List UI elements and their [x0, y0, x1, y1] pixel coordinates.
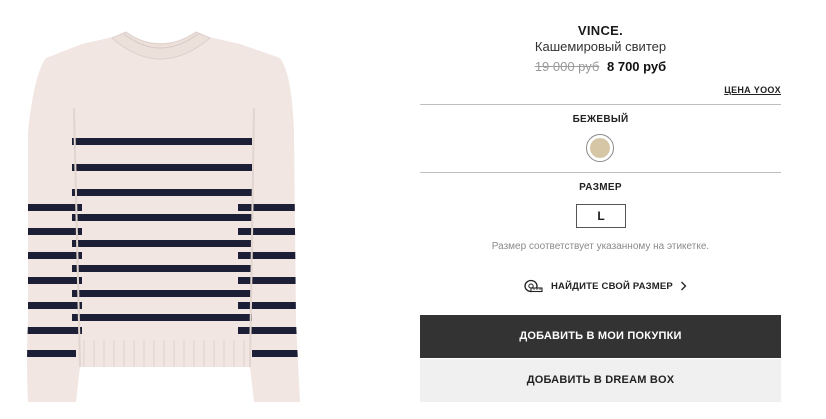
brand-name[interactable]: VINCE.: [420, 23, 781, 38]
find-size-link[interactable]: НАЙДИТЕ СВОЙ РАЗМЕР: [524, 277, 687, 295]
size-option-selected[interactable]: L: [576, 204, 626, 228]
divider: [420, 104, 781, 105]
size-note: Размер соответствует указанному на этике…: [491, 241, 710, 252]
measuring-tape-icon: [524, 279, 543, 293]
chevron-right-icon: [680, 281, 687, 291]
color-label: БЕЖЕВЫЙ: [572, 114, 629, 125]
color-swatch[interactable]: [586, 134, 614, 162]
add-to-dreambox-button[interactable]: ДОБАВИТЬ В DREAM BOX: [420, 359, 781, 402]
divider: [420, 172, 781, 173]
old-price: 19 000 руб: [534, 59, 600, 74]
product-info-panel: VINCE. Кашемировый свитер 19 000 руб 8 7…: [420, 0, 781, 419]
add-to-cart-button[interactable]: ДОБАВИТЬ В МОИ ПОКУПКИ: [420, 315, 781, 358]
color-swatch-fill: [590, 138, 610, 158]
size-label: РАЗМЕР: [579, 182, 622, 193]
sale-price: 8 700 руб: [607, 59, 667, 74]
yoox-price-link[interactable]: ЦЕНА YOOX: [724, 85, 781, 95]
product-name: Кашемировый свитер: [534, 39, 667, 54]
price-row: 19 000 руб 8 700 руб: [420, 59, 781, 74]
striped-sweater-image: [27, 31, 300, 402]
product-image: [14, 22, 314, 412]
find-size-label: НАЙДИТЕ СВОЙ РАЗМЕР: [551, 280, 673, 292]
